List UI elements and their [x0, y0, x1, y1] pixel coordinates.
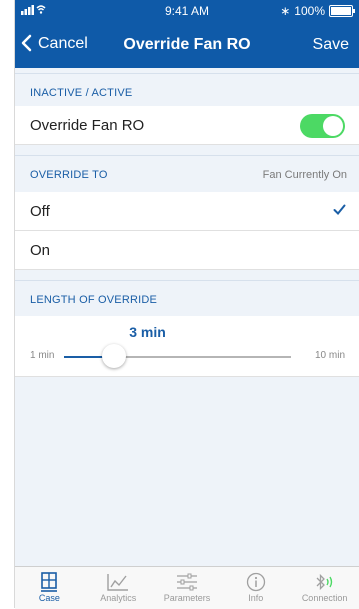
slider-thumb[interactable]	[102, 344, 127, 368]
override-toggle-row: Override Fan RO	[15, 106, 359, 145]
fan-status-text: Fan Currently On	[262, 169, 347, 181]
section-label: OVERRIDE TO	[30, 169, 108, 181]
background-panel-top	[0, 0, 15, 68]
tab-parameters[interactable]: Parameters	[153, 567, 222, 609]
battery-icon	[329, 5, 355, 17]
background-panel	[0, 68, 15, 608]
option-off[interactable]: Off	[15, 192, 359, 231]
save-button[interactable]: Save	[313, 36, 349, 54]
status-bar: 9:41 AM ∗ 100%	[15, 0, 359, 20]
tab-connection[interactable]: Connection	[290, 567, 359, 609]
tab-info[interactable]: Info	[221, 567, 290, 609]
slider-min-label: 1 min	[30, 350, 55, 361]
duration-slider-panel: 3 min 1 min 10 min	[15, 316, 359, 377]
tab-case[interactable]: Case	[15, 567, 84, 609]
option-on[interactable]: On	[15, 231, 359, 270]
battery-percent: 100%	[294, 4, 325, 18]
section-label: INACTIVE / ACTIVE	[30, 87, 133, 99]
override-fan-screen: 9:41 AM ∗ 100% Cancel Override Fan RO Sa…	[15, 0, 359, 609]
info-icon	[221, 571, 290, 593]
page-title: Override Fan RO	[123, 36, 251, 53]
status-battery: ∗ 100%	[280, 4, 355, 18]
analytics-icon	[84, 571, 153, 593]
checkmark-icon	[333, 202, 346, 219]
tab-label: Parameters	[163, 593, 211, 603]
section-length: LENGTH OF OVERRIDE	[15, 280, 359, 318]
parameters-icon	[153, 571, 222, 593]
option-label: On	[30, 242, 51, 259]
toggle-knob	[323, 116, 343, 136]
background-list-strip	[0, 0, 15, 608]
override-toggle-label: Override Fan RO	[30, 117, 145, 134]
slider-track-empty	[114, 356, 291, 358]
slider-max-label: 10 min	[314, 350, 345, 361]
section-label: LENGTH OF OVERRIDE	[30, 294, 158, 306]
case-icon	[15, 571, 84, 593]
navigation-header: 9:41 AM ∗ 100% Cancel Override Fan RO Sa…	[15, 0, 359, 68]
bluetooth-status-icon: ∗	[280, 4, 291, 18]
tab-label: Case	[38, 593, 60, 603]
tab-bar: Case Analytics Parameters Info Connectio…	[15, 566, 359, 609]
override-toggle-switch[interactable]	[300, 114, 345, 138]
tab-label: Analytics	[100, 593, 137, 603]
section-override-to: OVERRIDE TO Fan Currently On	[15, 155, 359, 193]
nav-bar: Cancel Override Fan RO Save	[15, 25, 359, 63]
option-label: Off	[30, 203, 50, 220]
bluetooth-icon	[290, 571, 359, 593]
tab-label: Info	[248, 593, 264, 603]
slider-value-label: 3 min	[129, 324, 166, 340]
tab-analytics[interactable]: Analytics	[84, 567, 153, 609]
tab-label: Connection	[301, 593, 348, 603]
